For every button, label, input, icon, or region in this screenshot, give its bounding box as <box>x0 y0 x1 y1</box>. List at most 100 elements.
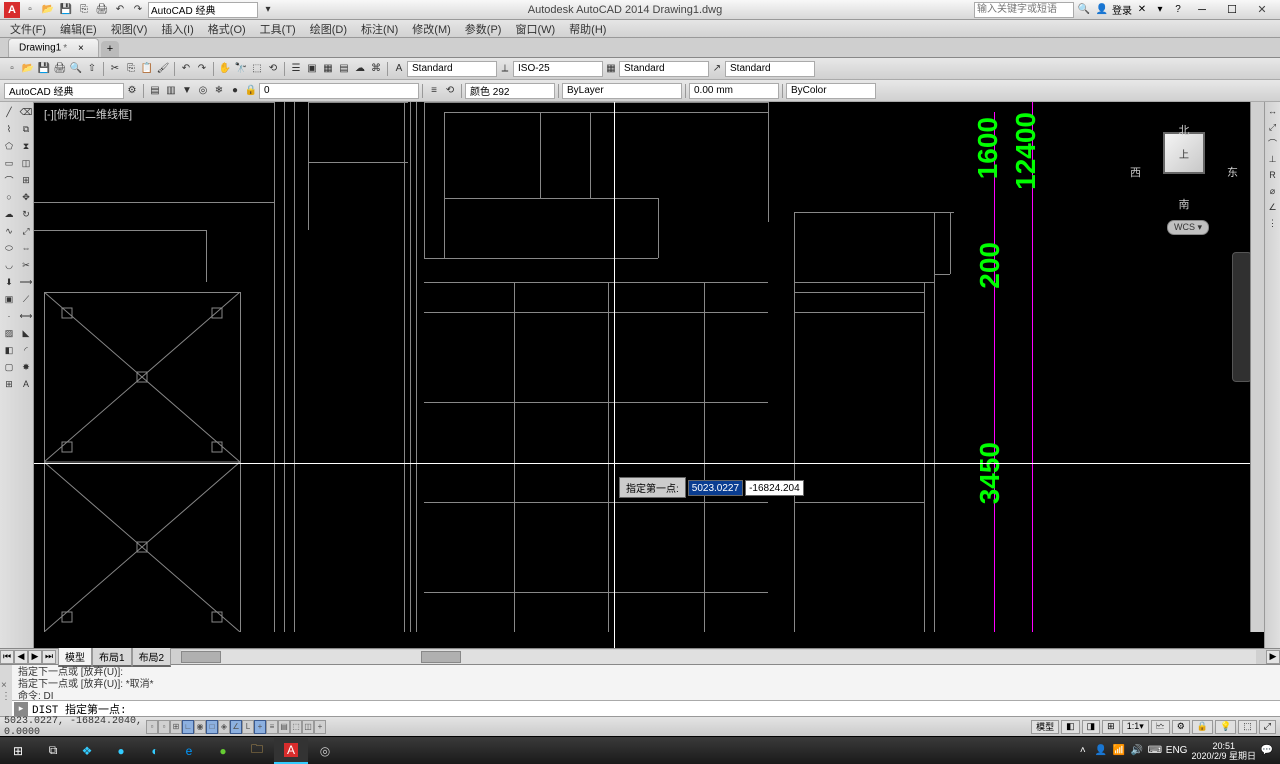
dyn-y-field[interactable]: -16824.204 <box>745 480 804 496</box>
tb-preview-icon[interactable]: 🔍 <box>68 61 84 77</box>
array-icon[interactable]: ⊞ <box>18 172 34 188</box>
rotate-icon[interactable]: ↻ <box>18 206 34 222</box>
tb-zoom-rt-icon[interactable]: 🔭 <box>233 61 249 77</box>
tb-copy-icon[interactable]: ⎘ <box>123 61 139 77</box>
dyn-x-field[interactable]: 5023.0227 <box>688 480 743 496</box>
layout-last-icon[interactable]: ⏭ <box>42 650 56 664</box>
toggle-snap[interactable]: ▫ <box>158 720 170 734</box>
qat-saveas-icon[interactable]: ⎘ <box>76 2 92 18</box>
tb-undo-icon[interactable]: ↶ <box>178 61 194 77</box>
status-ws-icon[interactable]: ⚙ <box>1172 720 1190 734</box>
maximize-button[interactable]: ☐ <box>1218 2 1246 18</box>
layout-prev-icon[interactable]: ◀ <box>14 650 28 664</box>
status-clean-icon[interactable]: ⤢ <box>1259 720 1276 734</box>
mleader-style-selector[interactable] <box>725 61 815 77</box>
layout-first-icon[interactable]: ⏮ <box>0 650 14 664</box>
layer-iso-icon[interactable]: ◎ <box>195 83 211 99</box>
taskbar-explorer-icon[interactable]: 🗀 <box>240 738 274 764</box>
menu-insert[interactable]: 插入(I) <box>155 21 199 37</box>
tray-network-icon[interactable]: 📶 <box>1112 744 1126 758</box>
layer-make-current-icon[interactable]: ≡ <box>426 83 442 99</box>
tb-save-icon[interactable]: 💾 <box>36 61 52 77</box>
layer-off-icon[interactable]: ● <box>227 83 243 99</box>
mtext-icon[interactable]: A <box>18 376 34 392</box>
polygon-icon[interactable]: ⬠ <box>1 138 17 154</box>
toggle-sc[interactable]: ◫ <box>302 720 314 734</box>
mirror-icon[interactable]: ⧗ <box>18 138 34 154</box>
menu-parametric[interactable]: 参数(P) <box>459 21 508 37</box>
layer-filter-icon[interactable]: ▼ <box>179 83 195 99</box>
toggle-ortho[interactable]: ∟ <box>182 720 194 734</box>
trim-icon[interactable]: ✂ <box>18 257 34 273</box>
tb-zoom-win-icon[interactable]: ⬚ <box>249 61 265 77</box>
menu-help[interactable]: 帮助(H) <box>563 21 612 37</box>
toggle-dyn[interactable]: + <box>254 720 266 734</box>
tray-clock[interactable]: 20:51 2020/2/9 星期日 <box>1191 741 1256 761</box>
status-annoscale-icon[interactable]: 1:1▾ <box>1122 720 1149 734</box>
tray-volume-icon[interactable]: 🔊 <box>1130 744 1144 758</box>
tray-lang[interactable]: ENG <box>1166 745 1188 756</box>
cursor-coords[interactable]: 5023.0227, -16824.2040, 0.0000 <box>4 716 144 738</box>
viewcube-east[interactable]: 东 <box>1227 164 1238 180</box>
scale-icon[interactable]: ⤢ <box>18 223 34 239</box>
task-view-icon[interactable]: ⧉ <box>36 738 70 764</box>
exchange-icon[interactable]: ✕ <box>1134 2 1150 18</box>
offset-icon[interactable]: ◫ <box>18 155 34 171</box>
block-icon[interactable]: ▣ <box>1 291 17 307</box>
copy-icon[interactable]: ⧉ <box>18 121 34 137</box>
plotstyle-selector[interactable] <box>786 83 876 99</box>
qat-save-icon[interactable]: 💾 <box>58 2 74 18</box>
layer-freeze-icon[interactable]: ❄ <box>211 83 227 99</box>
stretch-icon[interactable]: ⇔ <box>18 240 34 256</box>
tray-up-icon[interactable]: ˄ <box>1076 744 1090 758</box>
taskbar-app-2[interactable]: ● <box>104 738 138 764</box>
tb-qcalc-icon[interactable]: ⌘ <box>368 61 384 77</box>
menu-modify[interactable]: 修改(M) <box>406 21 457 37</box>
move-icon[interactable]: ✥ <box>18 189 34 205</box>
toggle-otrack[interactable]: ∠ <box>230 720 242 734</box>
menu-file[interactable]: 文件(F) <box>4 21 52 37</box>
menu-dimension[interactable]: 标注(N) <box>355 21 404 37</box>
h-scroll-right-icon[interactable]: ▶ <box>1266 650 1280 664</box>
qat-new-icon[interactable]: ▫ <box>22 2 38 18</box>
point-icon[interactable]: · <box>1 308 17 324</box>
h-scroll-track[interactable] <box>181 650 1256 664</box>
dim-radius-icon[interactable]: R <box>1266 168 1280 182</box>
close-button[interactable]: ✕ <box>1248 2 1276 18</box>
taskbar-app-3[interactable]: ◐ <box>138 738 172 764</box>
layout-tab-model[interactable]: 模型 <box>58 647 92 667</box>
menu-draw[interactable]: 绘图(D) <box>304 21 353 37</box>
model-paper-toggle[interactable]: 模型 <box>1031 720 1059 734</box>
menu-edit[interactable]: 编辑(E) <box>54 21 103 37</box>
taskbar-edge-icon[interactable]: e <box>172 738 206 764</box>
layout-next-icon[interactable]: ▶ <box>28 650 42 664</box>
tb-ssm-icon[interactable]: ▤ <box>336 61 352 77</box>
tb-redo-icon[interactable]: ↷ <box>194 61 210 77</box>
toggle-grid[interactable]: ⊞ <box>170 720 182 734</box>
qat-plot-icon[interactable]: 🖨 <box>94 2 110 18</box>
tb-paste-icon[interactable]: 📋 <box>139 61 155 77</box>
tb-markup-icon[interactable]: ☁ <box>352 61 368 77</box>
status-hardware-icon[interactable]: 💡 <box>1215 720 1236 734</box>
linetype-selector[interactable] <box>562 83 682 99</box>
erase-icon[interactable]: ⌫ <box>18 104 34 120</box>
status-lock-icon[interactable]: 🔒 <box>1192 720 1213 734</box>
extend-icon[interactable]: ⟶ <box>18 274 34 290</box>
model-viewport[interactable]: [-][俯视][二维线框] <box>34 102 1264 648</box>
help-search-input[interactable] <box>974 2 1074 18</box>
taskbar-app-4[interactable]: ◎ <box>308 738 342 764</box>
dim-quick-icon[interactable]: ⋮ <box>1266 216 1280 230</box>
text-style-selector[interactable] <box>407 61 497 77</box>
explode-icon[interactable]: ✸ <box>18 359 34 375</box>
h-scroll-thumb[interactable] <box>181 651 221 663</box>
pline-icon[interactable]: ⌇ <box>1 121 17 137</box>
search-icon[interactable]: 🔍 <box>1076 2 1092 18</box>
workspace-selector-2[interactable] <box>4 83 124 99</box>
layer-states-icon[interactable]: ▥ <box>163 83 179 99</box>
tray-notifications-icon[interactable]: 💬 <box>1260 744 1274 758</box>
taskbar-chrome-icon[interactable]: ● <box>206 738 240 764</box>
toggle-lwt[interactable]: ≡ <box>266 720 278 734</box>
tb-new-icon[interactable]: ▫ <box>4 61 20 77</box>
join-icon[interactable]: ⟷ <box>18 308 34 324</box>
taskbar-app-1[interactable]: ❖ <box>70 738 104 764</box>
